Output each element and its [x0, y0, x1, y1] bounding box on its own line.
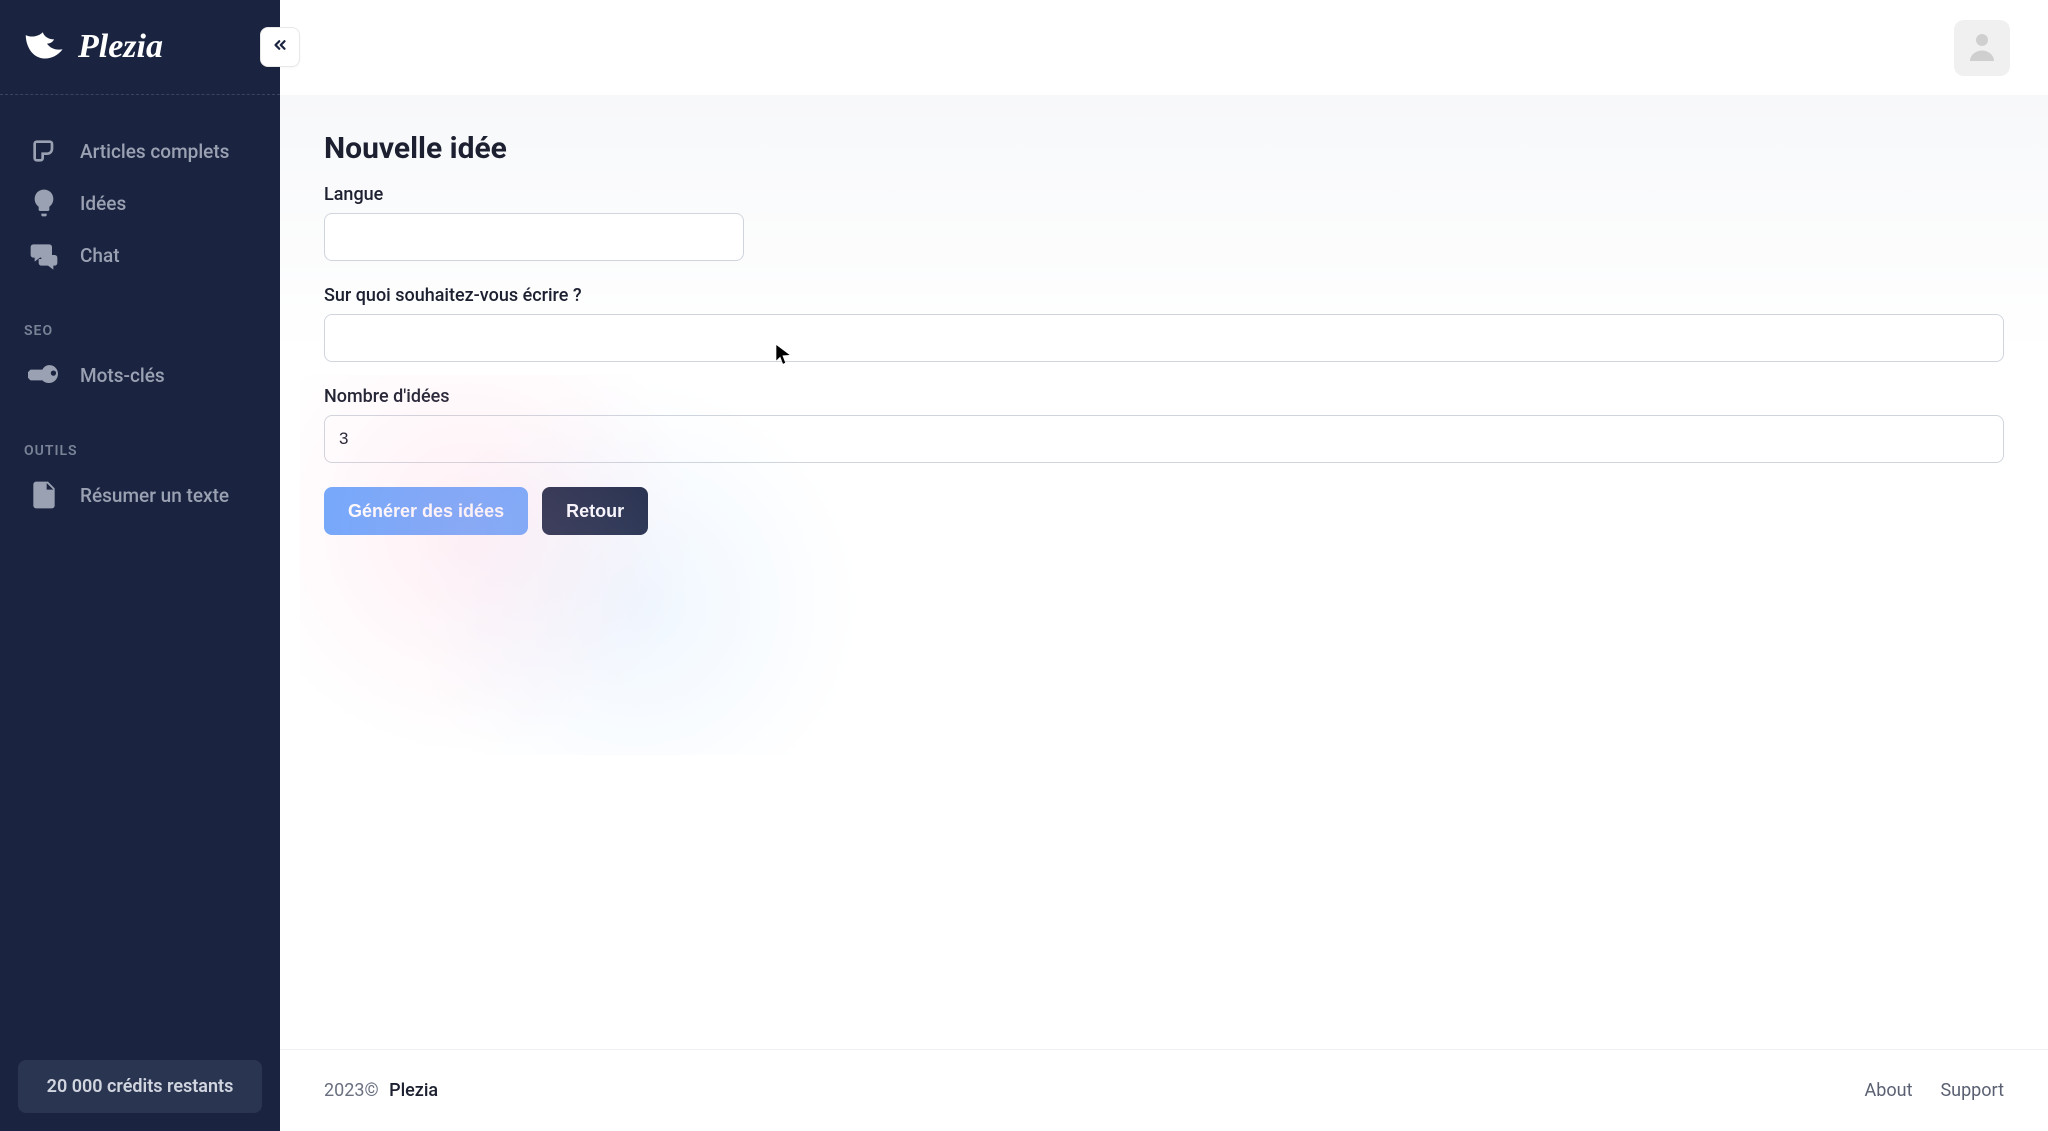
sidebar-item-keywords[interactable]: Mots-clés [24, 349, 256, 401]
sidebar: Plezia Articles complets Idées Chat SEO [0, 0, 280, 1131]
generate-ideas-button[interactable]: Générer des idées [324, 487, 528, 535]
sidebar-item-label: Articles complets [80, 140, 229, 163]
sidebar-item-label: Chat [80, 244, 120, 267]
footer-about-link[interactable]: About [1865, 1080, 1913, 1101]
language-label: Langue [324, 184, 2004, 205]
document-icon [24, 475, 64, 515]
logo-bird-icon [24, 28, 70, 66]
sidebar-item-label: Résumer un texte [80, 484, 229, 507]
sidebar-item-chat[interactable]: Chat [24, 229, 256, 281]
field-count: Nombre d'idées [324, 386, 2004, 463]
collapse-sidebar-button[interactable] [260, 27, 300, 67]
credits-remaining-badge: 20 000 crédits restants [18, 1060, 262, 1113]
field-language: Langue [324, 184, 2004, 261]
user-icon [1964, 28, 2000, 68]
key-icon [24, 355, 64, 395]
back-button[interactable]: Retour [542, 487, 648, 535]
footer: 2023© Plezia About Support [280, 1049, 2048, 1131]
footer-year: 2023© [324, 1080, 379, 1101]
sidebar-item-ideas[interactable]: Idées [24, 177, 256, 229]
footer-copyright: 2023© Plezia [324, 1080, 438, 1101]
topbar [280, 0, 2048, 95]
topic-label: Sur quoi souhaitez-vous écrire ? [324, 285, 2004, 306]
chevron-double-left-icon [271, 36, 289, 59]
logo-text: Plezia [78, 28, 163, 66]
count-input[interactable] [324, 415, 2004, 463]
footer-brand: Plezia [389, 1080, 438, 1101]
action-buttons: Générer des idées Retour [324, 487, 2004, 535]
footer-support-link[interactable]: Support [1940, 1080, 2004, 1101]
sidebar-item-articles[interactable]: Articles complets [24, 125, 256, 177]
sidebar-section-seo: SEO [24, 323, 256, 339]
footer-links: About Support [1865, 1080, 2004, 1101]
sidebar-section-tools: OUTILS [24, 443, 256, 459]
content-area: Nouvelle idée Langue Sur quoi souhaitez-… [280, 95, 2048, 1049]
lightbulb-icon [24, 183, 64, 223]
logo-area: Plezia [0, 0, 280, 95]
topic-input[interactable] [324, 314, 2004, 362]
page-title: Nouvelle idée [324, 131, 2004, 166]
language-select[interactable] [324, 213, 744, 261]
sidebar-item-label: Mots-clés [80, 364, 165, 387]
chat-icon [24, 235, 64, 275]
sidebar-item-label: Idées [80, 192, 126, 215]
field-topic: Sur quoi souhaitez-vous écrire ? [324, 285, 2004, 362]
blog-icon [24, 131, 64, 171]
user-avatar-button[interactable] [1954, 20, 2010, 76]
main-area: Nouvelle idée Langue Sur quoi souhaitez-… [280, 0, 2048, 1131]
count-label: Nombre d'idées [324, 386, 2004, 407]
sidebar-item-summarize[interactable]: Résumer un texte [24, 469, 256, 521]
sidebar-nav: Articles complets Idées Chat SEO Mots-cl… [0, 95, 280, 1042]
logo[interactable]: Plezia [24, 28, 163, 66]
